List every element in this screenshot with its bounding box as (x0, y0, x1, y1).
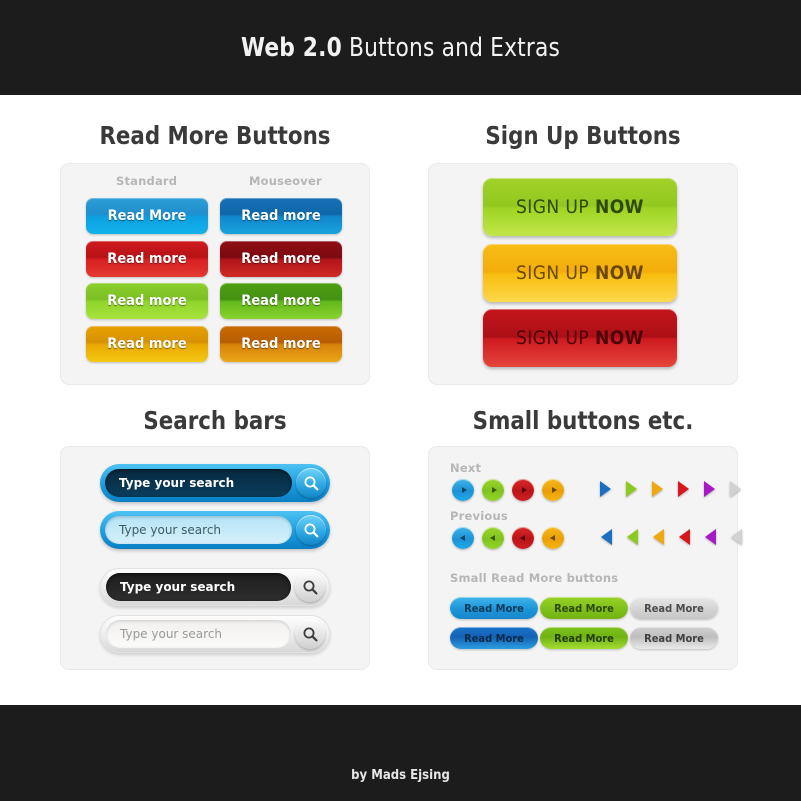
previous-button-red[interactable] (512, 527, 534, 549)
arrow-left-icon-orange[interactable] (653, 529, 664, 545)
small-read-more-button-blue-bottom[interactable]: Read More (450, 627, 538, 649)
search-input-dark-blue[interactable]: Type your search (105, 469, 292, 497)
read-more-button-orange-standard[interactable]: Read more (86, 326, 208, 362)
small-read-more-button-green-top[interactable]: Read More (540, 597, 628, 619)
label-small-read-more: Small Read More buttons (450, 571, 619, 585)
sign-up-green-text: SIGN UP (516, 196, 590, 218)
chevron-left-icon (459, 535, 465, 541)
previous-button-green[interactable] (482, 527, 504, 549)
read-more-button-green-standard[interactable]: Read more (86, 283, 208, 319)
sign-up-button-green[interactable]: SIGN UP NOW (483, 178, 677, 236)
chevron-left-icon (549, 535, 555, 541)
arrow-right-icon-red[interactable] (678, 481, 689, 497)
arrow-left-icon-purple[interactable] (705, 529, 716, 545)
read-more-button-red-mouseover[interactable]: Read more (220, 241, 342, 277)
arrow-right-icon-purple[interactable] (704, 481, 715, 497)
arrow-left-icon-grey[interactable] (731, 529, 742, 545)
arrow-right-icon-orange[interactable] (652, 481, 663, 497)
label-standard: Standard (116, 174, 178, 188)
next-button-red[interactable] (512, 479, 534, 501)
arrow-right-icon-grey[interactable] (730, 481, 741, 497)
arrow-left-icon-blue[interactable] (601, 529, 612, 545)
search-bar-black[interactable]: Type your search (100, 568, 330, 606)
footer-credit: by Mads Ejsing (351, 768, 450, 783)
sign-up-button-red[interactable]: SIGN UP NOW (483, 309, 677, 367)
chevron-right-icon (461, 487, 467, 493)
small-read-more-button-green-bottom[interactable]: Read More (540, 627, 628, 649)
arrow-right-icon-green[interactable] (626, 481, 637, 497)
chevron-right-icon (551, 487, 557, 493)
label-next: Next (450, 461, 482, 475)
chevron-left-icon (489, 535, 495, 541)
footer-bar: by Mads Ejsing (0, 705, 801, 801)
header-bar: Web 2.0 Buttons and Extras (0, 0, 801, 95)
page-root: Web 2.0 Buttons and Extras Read More But… (0, 0, 801, 801)
search-bar-dark-blue[interactable]: Type your search (100, 464, 330, 502)
search-bar-white[interactable]: Type your search (100, 615, 330, 653)
chevron-right-icon (491, 487, 497, 493)
page-title-light: Buttons and Extras (341, 32, 561, 63)
sign-up-yellow-text: SIGN UP (516, 262, 590, 284)
chevron-left-icon (519, 535, 525, 541)
label-mouseover: Mouseover (249, 174, 322, 188)
read-more-button-orange-mouseover[interactable]: Read more (220, 326, 342, 362)
arrow-right-icon-blue[interactable] (600, 481, 611, 497)
search-icon[interactable] (295, 572, 325, 602)
read-more-button-blue-mouseover[interactable]: Read more (220, 198, 342, 234)
sign-up-red-strong: NOW (595, 327, 644, 349)
read-more-button-green-mouseover[interactable]: Read more (220, 283, 342, 319)
section-title-read-more: Read More Buttons (99, 121, 331, 150)
small-read-more-button-grey-bottom[interactable]: Read More (630, 627, 718, 649)
next-button-orange[interactable] (542, 479, 564, 501)
search-input-light-blue[interactable]: Type your search (105, 516, 292, 544)
sign-up-button-yellow[interactable]: SIGN UP NOW (483, 244, 677, 302)
next-button-green[interactable] (482, 479, 504, 501)
sign-up-green-strong: NOW (595, 196, 644, 218)
previous-button-orange[interactable] (542, 527, 564, 549)
read-more-button-blue-standard[interactable]: Read More (86, 198, 208, 234)
search-icon[interactable] (296, 468, 326, 498)
sign-up-yellow-strong: NOW (595, 262, 644, 284)
next-button-blue[interactable] (452, 479, 474, 501)
label-previous: Previous (450, 509, 508, 523)
page-title: Web 2.0 Buttons and Extras (241, 33, 560, 63)
small-read-more-button-blue-top[interactable]: Read More (450, 597, 538, 619)
arrow-left-icon-green[interactable] (627, 529, 638, 545)
section-title-small-buttons: Small buttons etc. (472, 406, 694, 435)
section-title-search-bars: Search bars (143, 406, 287, 435)
small-read-more-button-grey-top[interactable]: Read More (630, 597, 718, 619)
search-icon[interactable] (295, 619, 325, 649)
sign-up-red-text: SIGN UP (516, 327, 590, 349)
search-input-white[interactable]: Type your search (106, 620, 291, 648)
page-title-bold: Web 2.0 (240, 32, 342, 63)
section-title-sign-up: Sign Up Buttons (485, 121, 681, 150)
search-input-black[interactable]: Type your search (106, 573, 291, 601)
read-more-button-red-standard[interactable]: Read more (86, 241, 208, 277)
chevron-right-icon (521, 487, 527, 493)
previous-button-blue[interactable] (452, 527, 474, 549)
search-bar-light-blue[interactable]: Type your search (100, 511, 330, 549)
search-icon[interactable] (296, 515, 326, 545)
arrow-left-icon-red[interactable] (679, 529, 690, 545)
